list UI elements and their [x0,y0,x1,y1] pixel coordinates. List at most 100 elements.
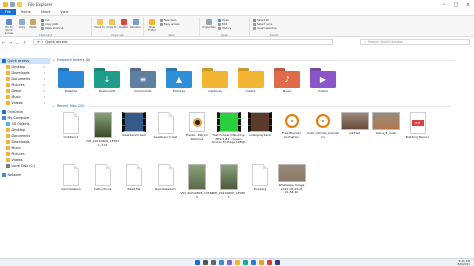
rename-button[interactable]: Rename [130,19,141,29]
file-tile[interactable]: Desktop [56,68,86,94]
recent-locations-icon[interactable]: ⌄ [14,40,21,45]
nav-item[interactable]: Downloads [0,139,50,145]
search-icon[interactable] [202,260,208,265]
app-icon[interactable] [274,260,280,265]
move-to-button[interactable]: Move to [94,19,105,29]
file-tile[interactable]: ≡ Documents [128,68,158,94]
file-tile[interactable]: Free Blender Animation [277,112,307,139]
nav-item[interactable]: Documents [0,133,50,139]
forward-icon[interactable]: → [7,40,14,45]
nav-item[interactable]: My Computer [0,115,50,121]
copy-to-icon [108,19,115,25]
file-tile[interactable]: Ramlatsadam [151,164,181,192]
delete-button[interactable]: Delete [118,19,129,29]
file-tile[interactable]: kiana_8_dusk [371,112,401,136]
search-input[interactable]: ⌕ Search Quick access [360,39,470,45]
history-button[interactable]: History [218,27,231,30]
nav-item[interactable]: Videos [0,157,50,163]
nav-item[interactable]: Videos ✦ [0,100,50,106]
file-tile[interactable]: Untitled 2 [56,112,86,140]
chat-icon[interactable] [226,260,232,265]
new-folder-button[interactable]: New folder [146,19,158,32]
new-item-button[interactable]: New item [160,19,176,22]
paste-shortcut-button[interactable]: Paste shortcut [41,27,64,30]
file-tile[interactable]: untitled [340,112,370,136]
nav-item[interactable]: Desktop ✦ [0,64,50,70]
edge-icon[interactable] [242,260,248,265]
file-tile[interactable]: Instructions [88,164,118,192]
nav-item[interactable]: Pictures ✦ [0,82,50,88]
file-tile[interactable]: Read Me [119,164,149,192]
system-tray[interactable]: 9:41 AM 8/6/2021 [457,260,470,266]
file-tile[interactable]: ↓ Downloads [92,68,122,94]
select-none-button[interactable]: Select none [253,23,272,26]
file-tile[interactable]: WhatsApp Image 2021-06-25 at 21.54.46 [277,164,307,195]
file-tile[interactable]: ♪ Music [272,68,302,94]
file-tile[interactable]: VID_20210806_135825 [180,164,214,199]
file-tile[interactable]: ▶ Videos [308,68,338,94]
file-tile[interactable]: VID_20210806_135853 [212,164,245,199]
minimize-button[interactable]: – [438,0,450,9]
nav-item[interactable]: 3D Objects [0,121,50,127]
nav-item[interactable]: Music [0,145,50,151]
cut-button[interactable]: Cut [41,19,49,22]
new-folder-icon[interactable] [17,2,22,7]
properties-button[interactable]: Properties [202,19,216,29]
nav-item[interactable]: Quick access [0,58,50,64]
maximize-button[interactable]: □ [450,0,462,9]
folder-icon [6,89,10,93]
invert-selection-button[interactable]: Invert selection [253,27,277,30]
open-button[interactable]: Open [218,19,229,22]
nav-item[interactable]: Local Disk (C:) [0,163,50,169]
chrome-icon[interactable] [258,260,264,265]
edit-button[interactable]: Edit [218,23,227,26]
app-icon[interactable] [266,260,272,265]
folder-icon: ♪ [274,68,300,88]
nav-item[interactable]: Downloads ✦ [0,70,50,76]
file-tile[interactable]: Geekbench test [119,112,149,138]
select-all-button[interactable]: Select all [253,19,269,22]
file-explorer-icon[interactable] [234,260,240,265]
paste-button[interactable]: Paste [28,19,38,29]
nav-item[interactable]: Pictures [0,151,50,157]
section-frequent-folders[interactable]: ⌄ Frequent folders (8) [52,58,456,62]
copy-button[interactable]: Copy [17,19,27,29]
file-tile[interactable]: Karmalaskan [56,164,86,192]
up-icon[interactable]: ↑ [21,40,28,45]
nav-item[interactable]: Network [0,172,50,178]
copy-path-button[interactable]: Copy path [41,23,58,26]
close-button[interactable]: × [462,0,474,9]
store-icon[interactable] [250,260,256,265]
image-thumbnail [93,112,112,138]
file-tile[interactable]: VID_20210806_135811_213 [86,112,119,147]
nav-item[interactable]: Music ✦ [0,94,50,100]
file-tile[interactable]: Fiesta - Patrick Patrikios [182,112,212,141]
copy-to-button[interactable]: Copy to [106,19,117,29]
file-tile[interactable]: cloth_tutorial_animation [307,112,339,139]
nav-item-label: Downloads [11,139,30,144]
nav-item[interactable]: Debut ✦ [0,88,50,94]
file-tile[interactable]: Drawing [245,164,275,192]
file-tile[interactable]: ▲ Pictures [164,68,194,94]
address-bar[interactable]: ★ › Quick access [33,39,333,45]
nav-item[interactable]: Documents ✦ [0,76,50,82]
file-tile[interactable]: PDF Building Mexico [403,112,433,140]
start-icon[interactable] [194,260,200,265]
file-tile[interactable]: Debut [236,68,266,94]
nav-item-label: Documents [11,133,31,138]
file-tile[interactable]: videoplayback [245,112,275,138]
back-icon[interactable]: ← [0,40,7,45]
nav-item[interactable]: Desktop [0,127,50,133]
file-tile[interactable]: Fast Forward Blinking Effect #2 - Green … [212,112,245,145]
section-recent-files[interactable]: ⌄ Recent files (20) [52,104,450,108]
image-thumbnail [340,112,369,130]
task-view-icon[interactable] [210,260,216,265]
file-tile[interactable]: Geekbench test [151,112,181,140]
content-pane: ⌄ Frequent folders (8) ⌄ Recent files (2… [52,56,474,256]
properties-icon[interactable] [10,2,15,7]
easy-access-button[interactable]: Easy access [160,23,180,26]
nav-item[interactable]: OneDrive [0,109,50,115]
pin-icon: ✦ [43,64,46,69]
file-tile[interactable]: Captures [200,68,230,94]
widgets-icon[interactable] [218,260,224,265]
